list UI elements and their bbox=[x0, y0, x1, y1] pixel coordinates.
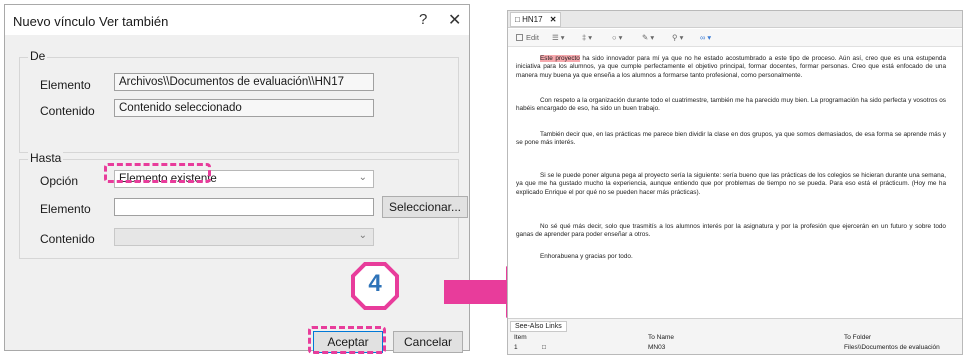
accept-highlight bbox=[308, 326, 386, 354]
step-badge-number: 4 bbox=[368, 270, 382, 297]
column-header-to-name: To Name bbox=[648, 334, 675, 341]
dialog-titlebar: Nuevo vínculo Ver también ? ✕ bbox=[5, 5, 469, 35]
document-icon: □ bbox=[515, 15, 520, 24]
paragraph-4: Si se le puede poner alguna pega al proy… bbox=[516, 172, 946, 196]
new-see-also-link-dialog: Nuevo vínculo Ver también ? ✕ De Element… bbox=[4, 4, 470, 353]
checkbox-icon bbox=[516, 34, 523, 41]
chevron-down-icon: ⌄ bbox=[358, 172, 367, 183]
see-also-links-panel: See-Also Links Item To Name To Folder 1 … bbox=[508, 318, 962, 354]
edit-label: Edit bbox=[526, 33, 539, 42]
to-group-label: Hasta bbox=[28, 151, 64, 165]
link-icon[interactable]: ∞ ▾ bbox=[700, 33, 711, 42]
from-content-label: Contenido bbox=[40, 104, 95, 118]
to-option-label: Opción bbox=[40, 174, 79, 188]
tab-label: HN17 bbox=[522, 15, 543, 24]
to-group: Hasta Opción Elemento existente ⌄ Elemen… bbox=[19, 151, 468, 259]
help-icon[interactable]: ? bbox=[419, 11, 427, 28]
column-header-to-folder: To Folder bbox=[844, 334, 872, 341]
tab-see-also-links[interactable]: See-Also Links bbox=[510, 321, 567, 332]
from-element-label: Elemento bbox=[40, 78, 91, 92]
select-button[interactable]: Seleccionar... bbox=[382, 196, 468, 218]
row-item: 1 bbox=[514, 344, 518, 351]
column-header-item: Item bbox=[514, 334, 527, 341]
document-editor: □ HN17 ✕ Edit ☰ ▾ ‡ ▾ ○ ▾ ✎ ▾ ⚲ ▾ ∞ ▾ Es… bbox=[507, 10, 963, 355]
option-highlight bbox=[104, 163, 211, 183]
close-icon[interactable]: ✕ bbox=[448, 10, 461, 30]
from-element-field: Archivos\\Documentos de evaluación\\HN17 bbox=[114, 73, 374, 91]
link-icon: □ bbox=[542, 344, 546, 351]
editor-tabstrip: □ HN17 ✕ bbox=[508, 11, 962, 28]
to-content-select: ⌄ bbox=[114, 228, 374, 246]
row-to-folder: Files\\Documentos de evaluación bbox=[844, 344, 940, 351]
text-size-icon[interactable]: ‡ ▾ bbox=[582, 33, 592, 42]
from-group: De Elemento Archivos\\Documentos de eval… bbox=[19, 49, 459, 153]
cancel-button[interactable]: Cancelar bbox=[393, 331, 463, 353]
row-to-name: MN03 bbox=[648, 344, 666, 351]
zoom-icon[interactable]: ⚲ ▾ bbox=[672, 33, 683, 42]
paragraph-1: Este proyecto ha sido innovador para mí … bbox=[516, 55, 946, 79]
from-content-field: Contenido seleccionado bbox=[114, 99, 374, 117]
edit-toggle[interactable]: Edit bbox=[516, 33, 539, 42]
from-group-label: De bbox=[28, 49, 48, 63]
close-icon[interactable]: ✕ bbox=[550, 13, 557, 26]
to-element-label: Elemento bbox=[40, 202, 91, 216]
paragraph-2: Con respeto a la organización durante to… bbox=[516, 97, 946, 113]
tab-hn17[interactable]: □ HN17 ✕ bbox=[510, 12, 562, 27]
pen-icon[interactable]: ✎ ▾ bbox=[642, 33, 654, 42]
highlighted-selection[interactable]: Este proyecto bbox=[540, 55, 580, 62]
paragraph-6: Enhorabuena y gracias por todo. bbox=[540, 253, 633, 260]
document-body[interactable]: Este proyecto ha sido innovador para mí … bbox=[508, 48, 962, 317]
see-also-header: Item To Name To Folder bbox=[508, 334, 962, 343]
to-element-field[interactable] bbox=[114, 198, 374, 216]
editor-toolbar: Edit ☰ ▾ ‡ ▾ ○ ▾ ✎ ▾ ⚲ ▾ ∞ ▾ bbox=[508, 29, 962, 47]
chevron-down-icon: ⌄ bbox=[358, 230, 367, 241]
paragraph-3: También decir que, en las prácticas me p… bbox=[516, 131, 946, 147]
table-row[interactable]: 1 □ MN03 Files\\Documentos de evaluación bbox=[508, 344, 962, 353]
paragraph-icon[interactable]: ☰ ▾ bbox=[552, 33, 565, 42]
shape-icon[interactable]: ○ ▾ bbox=[612, 33, 622, 42]
dialog-title: Nuevo vínculo Ver también bbox=[13, 14, 169, 29]
to-content-label: Contenido bbox=[40, 232, 95, 246]
paragraph-5: No sé qué más decir, solo que trasmitís … bbox=[516, 223, 946, 239]
